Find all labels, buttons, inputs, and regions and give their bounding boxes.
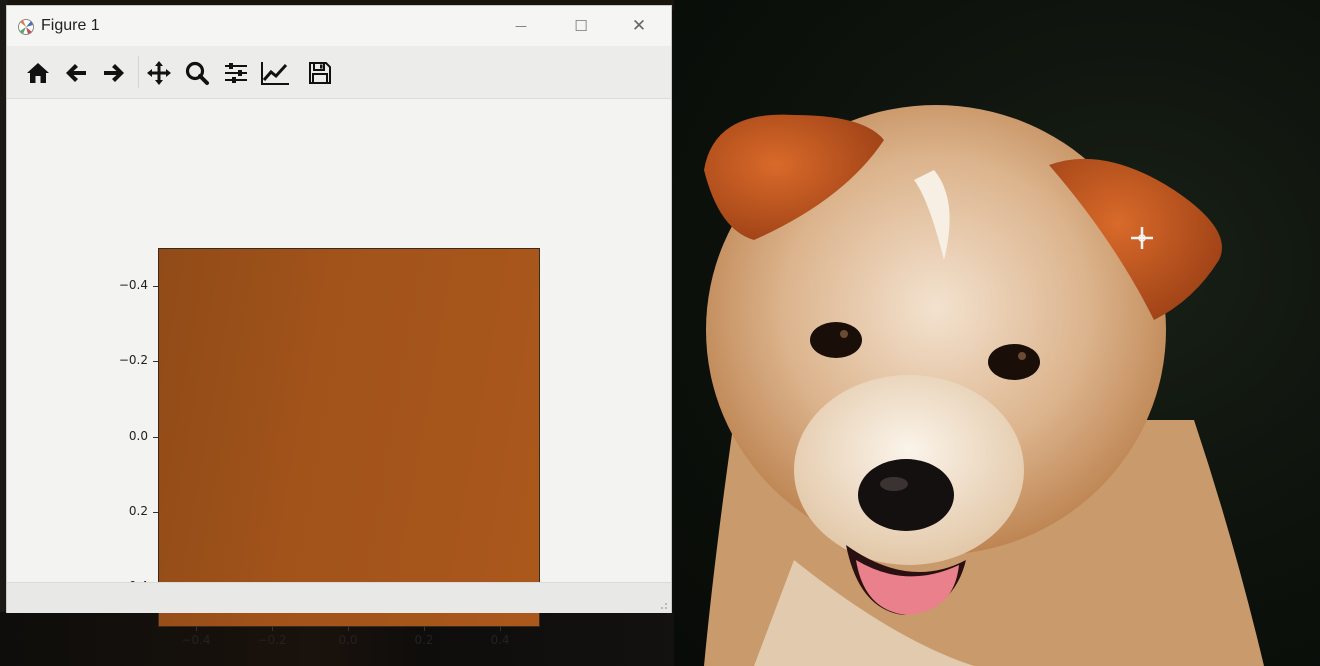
- x-tick-label: −0.2: [257, 633, 287, 647]
- home-button[interactable]: [23, 58, 53, 88]
- edit-axis-button[interactable]: [260, 58, 290, 88]
- resize-grip-icon[interactable]: [658, 600, 668, 610]
- save-button[interactable]: [305, 58, 335, 88]
- close-button[interactable]: ✕: [609, 6, 669, 46]
- toolbar-separator: [138, 56, 139, 88]
- figure-window: Figure 1 — ☐ ✕ −0.4 −0.2 0.0 0.2 0.4 −0.…: [7, 6, 671, 647]
- configure-subplots-button[interactable]: [221, 58, 251, 88]
- x-tick-mark: [196, 626, 197, 631]
- home-icon: [27, 63, 49, 83]
- x-tick-label: 0.2: [414, 633, 434, 647]
- maximize-button[interactable]: ☐: [551, 6, 611, 46]
- y-tick-label: −0.4: [118, 277, 148, 292]
- x-tick-label: 0.4: [490, 633, 510, 647]
- minimize-icon: —: [515, 19, 527, 33]
- save-icon: [309, 62, 331, 84]
- y-tick-mark: [153, 361, 158, 363]
- image-axes[interactable]: [158, 248, 540, 627]
- zoom-button[interactable]: [182, 58, 212, 88]
- pan-button[interactable]: [144, 58, 174, 88]
- status-bar: [7, 582, 671, 613]
- maximize-icon: ☐: [574, 17, 588, 35]
- puppy-photo: [674, 0, 1320, 666]
- image-pixel: [159, 249, 539, 626]
- screen: Figure 1 — ☐ ✕ −0.4 −0.2 0.0 0.2 0.4 −0.…: [0, 0, 1320, 666]
- y-tick-mark: [153, 285, 158, 287]
- zoom-icon: [185, 61, 209, 85]
- navigation-toolbar: [7, 46, 671, 99]
- close-icon: ✕: [631, 16, 647, 36]
- x-tick-mark: [424, 626, 425, 631]
- puppy-photo-illustration: [704, 105, 1264, 666]
- y-tick-mark: [153, 436, 158, 438]
- subplots-icon: [225, 63, 247, 83]
- x-tick-mark: [272, 626, 273, 631]
- forward-button[interactable]: [99, 58, 129, 88]
- pan-icon: [147, 61, 171, 85]
- x-tick-label: 0.0: [338, 633, 358, 647]
- y-tick-label: 0.0: [128, 428, 148, 443]
- edit-axis-icon: [261, 62, 289, 85]
- y-tick-label: −0.2: [118, 353, 148, 368]
- forward-arrow-icon: [104, 64, 124, 82]
- back-arrow-icon: [66, 64, 86, 82]
- x-tick-label: −0.4: [181, 633, 211, 647]
- minimize-button[interactable]: —: [491, 6, 551, 46]
- x-tick-mark: [500, 626, 501, 631]
- window-title: Figure 1: [41, 17, 100, 34]
- x-tick-mark: [348, 626, 349, 631]
- y-tick-label: 0.2: [128, 503, 148, 518]
- matplotlib-logo-icon: [18, 19, 34, 35]
- figure-canvas[interactable]: −0.4−0.20.00.20.4−0.4−0.20.00.20.4: [7, 99, 671, 647]
- crosshair-cursor-icon: [1131, 227, 1153, 249]
- y-tick-mark: [153, 511, 158, 513]
- title-bar[interactable]: Figure 1 — ☐ ✕: [7, 6, 671, 46]
- back-button[interactable]: [61, 58, 91, 88]
